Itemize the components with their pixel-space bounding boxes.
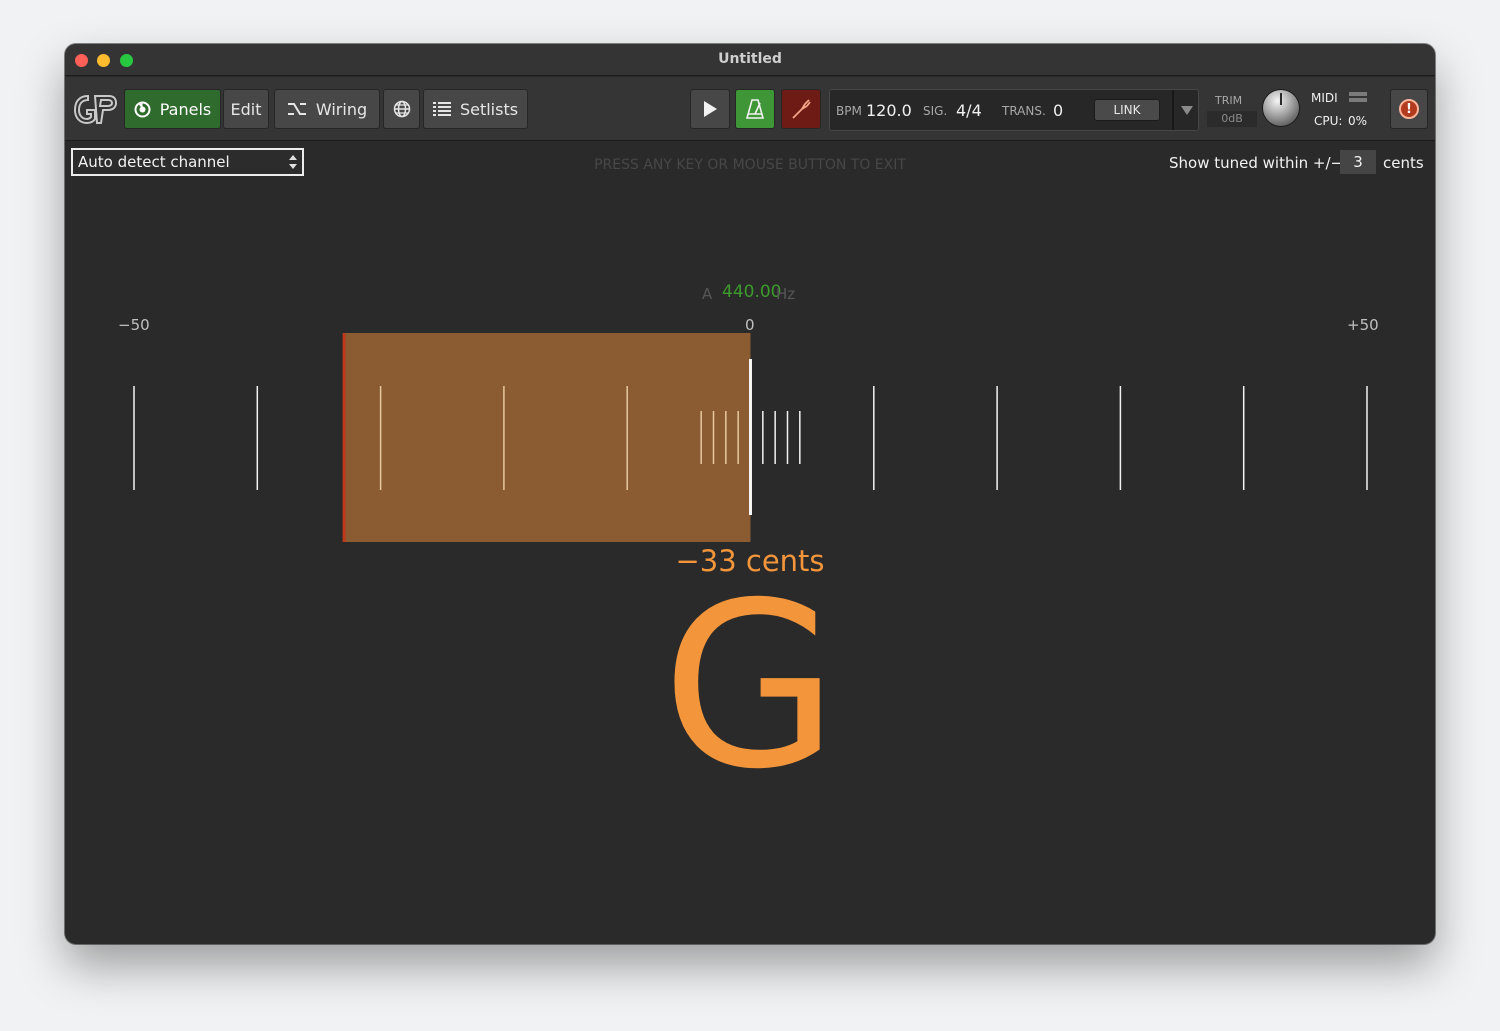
detected-note: G [661,553,839,819]
deviation-bar [343,333,751,542]
deviation-bar-edge [342,333,346,542]
app-window: Untitled Panels Edit Wiring Setlists BPM… [65,44,1435,944]
center-needle [749,359,752,515]
